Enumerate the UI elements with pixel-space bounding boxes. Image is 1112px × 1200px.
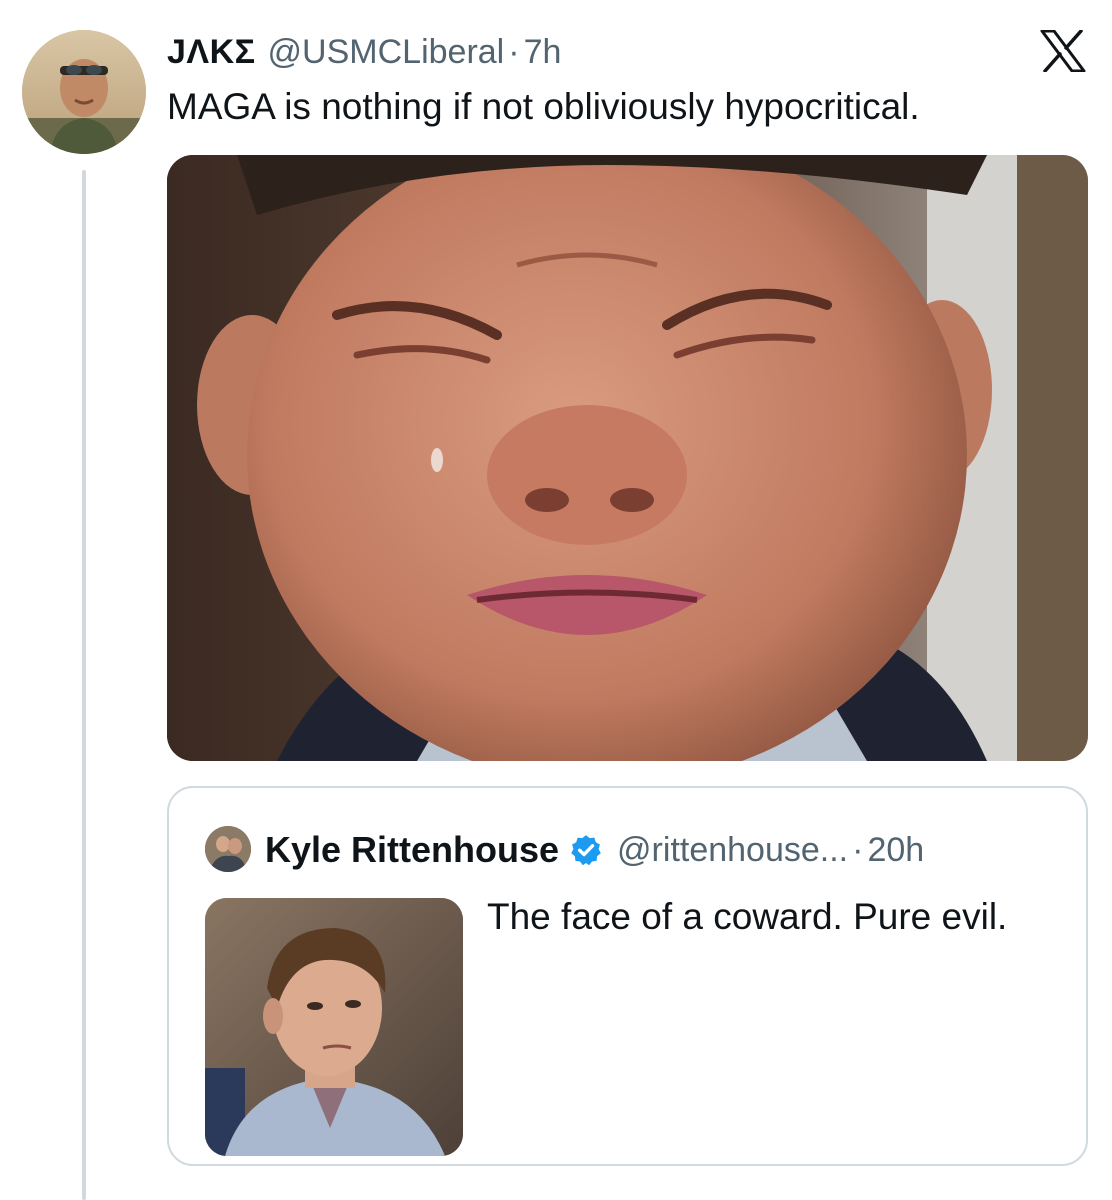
quoted-author-handle[interactable]: @rittenhouse... [617,831,848,870]
separator: · [852,830,864,869]
quoted-author-avatar[interactable] [205,826,251,872]
tweet: JΛΚΣ @USMCLiberal · 7h MAGA is nothing i… [0,0,1112,1200]
tweet-timestamp[interactable]: 7h [524,33,562,72]
thread-line [82,170,86,1200]
quoted-tweet-card[interactable]: Kyle Rittenhouse @rittenhouse... · 20h T… [167,786,1088,1166]
author-display-name[interactable]: JΛΚΣ [167,33,256,72]
separator: · [508,32,520,71]
quoted-tweet-text: The face of a coward. Pure evil. [487,896,1008,937]
x-logo-icon [1040,29,1086,73]
author-handle[interactable]: @USMCLiberal [268,33,505,72]
tweet-text: MAGA is nothing if not obliviously hypoc… [167,86,920,127]
quoted-author-display-name[interactable]: Kyle Rittenhouse [265,829,559,871]
tweet-photo[interactable] [167,155,1088,761]
author-avatar[interactable] [22,30,146,154]
quoted-tweet-photo[interactable] [205,898,463,1156]
quoted-tweet-header: Kyle Rittenhouse @rittenhouse... · 20h [265,828,924,872]
quoted-tweet-timestamp[interactable]: 20h [867,831,924,870]
verified-badge-icon [571,835,601,866]
tweet-header: JΛΚΣ @USMCLiberal · 7h [167,30,561,74]
